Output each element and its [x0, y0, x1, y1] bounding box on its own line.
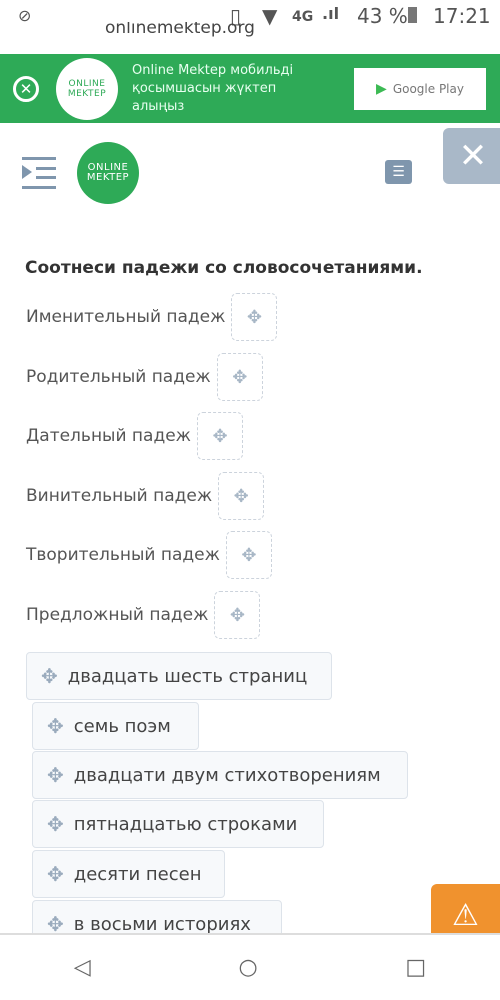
- option-label: в восьми историях: [73, 913, 251, 935]
- move-icon: ✥: [47, 763, 64, 787]
- case-row: Дательный падеж ✥: [26, 412, 243, 460]
- battery-icon: [408, 7, 417, 23]
- drop-zone[interactable]: ✥: [218, 472, 265, 520]
- url-bar[interactable]: onlinemektep.org: [105, 22, 255, 42]
- close-button[interactable]: ✕: [443, 128, 500, 184]
- recents-icon[interactable]: □: [405, 955, 426, 980]
- option-label: семь поэм: [73, 715, 171, 737]
- close-icon: ✕: [458, 136, 488, 176]
- case-row: Винительный падеж ✥: [26, 472, 265, 520]
- network-type: 4G: [292, 9, 314, 25]
- header-logo[interactable]: ONLINE MEKTEP: [77, 142, 139, 204]
- google-play-label: Google Play: [392, 82, 464, 96]
- draggable-option[interactable]: ✥ семь поэм: [32, 702, 199, 750]
- draggable-option[interactable]: ✥ двадцати двум стихотворениям: [32, 751, 408, 799]
- option-label: десяти песен: [73, 863, 202, 885]
- task-list-icon[interactable]: ☰: [385, 160, 412, 184]
- report-button[interactable]: ⚠: [431, 884, 500, 934]
- do-not-disturb-icon: ⊘: [18, 6, 32, 25]
- draggable-option[interactable]: ✥ двадцать шесть страниц: [26, 652, 332, 700]
- banner-text: Online Mektep мобильді қосымшасын жүктеп…: [132, 63, 294, 114]
- case-label: Родительный падеж: [26, 367, 211, 387]
- move-icon: ✥: [47, 812, 64, 836]
- draggable-option[interactable]: ✥ пятнадцатью строками: [32, 800, 324, 848]
- logo-text: MEKTEP: [86, 172, 130, 183]
- logo-text: ONLINE: [68, 79, 106, 89]
- option-label: пятнадцатью строками: [73, 813, 298, 835]
- drop-zone[interactable]: ✥: [231, 293, 278, 341]
- case-label: Именительный падеж: [26, 307, 226, 327]
- menu-toggle-icon[interactable]: [22, 157, 56, 189]
- google-play-button[interactable]: ▶ Google Play: [354, 68, 486, 110]
- case-row: Родительный падеж ✥: [26, 353, 263, 401]
- case-row: Творительный падеж ✥: [26, 531, 272, 579]
- case-label: Творительный падеж: [26, 545, 220, 565]
- wifi-icon: ▼: [262, 4, 278, 28]
- drop-zone[interactable]: ✥: [197, 412, 243, 460]
- option-label: двадцать шесть страниц: [67, 665, 308, 687]
- drop-zone[interactable]: ✥: [214, 591, 261, 639]
- move-icon: ✥: [47, 862, 64, 886]
- move-icon: ✥: [229, 604, 245, 626]
- battery-text: 43 %: [357, 4, 408, 28]
- move-icon: ✥: [47, 714, 64, 738]
- logo-text: MEKTEP: [67, 89, 107, 99]
- banner-logo: ONLINE MEKTEP: [56, 58, 118, 120]
- back-icon[interactable]: ◁: [74, 955, 91, 980]
- case-label: Предложный падеж: [26, 605, 209, 625]
- warning-icon: ⚠: [452, 898, 479, 933]
- move-icon: ✥: [41, 664, 58, 688]
- banner-close-icon[interactable]: ✕: [13, 76, 39, 102]
- case-row: Предложный падеж ✥: [26, 591, 261, 639]
- move-icon: ✥: [241, 544, 257, 566]
- case-label: Винительный падеж: [26, 486, 213, 506]
- move-icon: ✥: [212, 425, 228, 447]
- home-icon[interactable]: ○: [238, 955, 257, 980]
- case-row: Именительный падеж ✥: [26, 293, 278, 341]
- move-icon: ✥: [232, 366, 248, 388]
- option-label: двадцати двум стихотворениям: [73, 764, 381, 786]
- clock: 17:21: [433, 4, 491, 28]
- task-title: Соотнеси падежи со словосочетаниями.: [25, 258, 423, 278]
- system-nav-bar: ◁ ○ □: [0, 933, 500, 1000]
- drop-zone[interactable]: ✥: [225, 531, 272, 579]
- signal-icon: .ıl: [322, 4, 340, 23]
- draggable-option[interactable]: ✥ десяти песен: [32, 850, 225, 898]
- case-label: Дательный падеж: [26, 426, 191, 446]
- move-icon: ✥: [246, 306, 263, 328]
- move-icon: ✥: [233, 485, 249, 507]
- google-play-icon: ▶: [376, 81, 387, 97]
- drop-zone[interactable]: ✥: [216, 353, 263, 401]
